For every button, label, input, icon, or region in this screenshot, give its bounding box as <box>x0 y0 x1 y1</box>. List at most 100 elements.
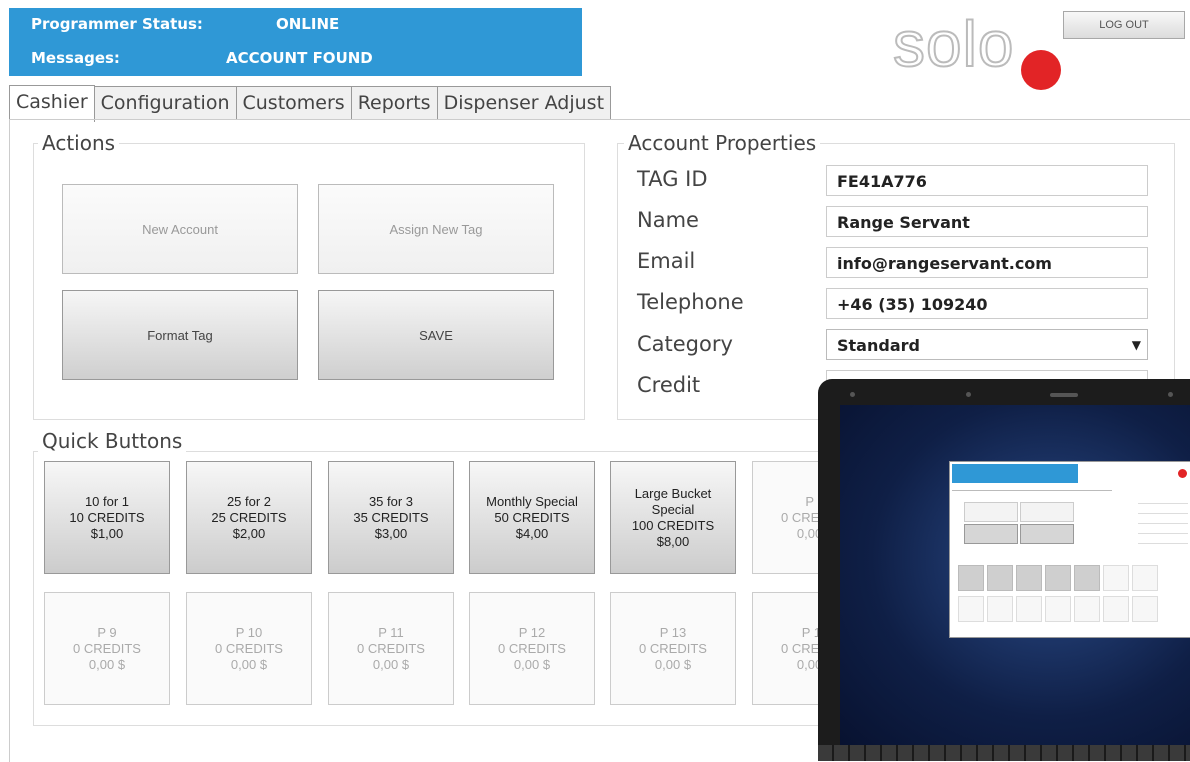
email-field[interactable]: info@rangeservant.com <box>826 247 1148 278</box>
thumbnail-quick-button <box>1074 596 1100 622</box>
account-properties-title: Account Properties <box>624 131 821 155</box>
quick-button-price: 0,00 $ <box>372 656 410 672</box>
thumbnail-quick-button <box>958 596 984 622</box>
chevron-down-icon[interactable]: ▼ <box>1132 330 1141 361</box>
quick-button-price: $3,00 <box>374 525 408 541</box>
quick-button-title: P 11 <box>378 624 404 640</box>
thumbnail-tabs <box>952 485 1112 491</box>
assign-new-tag-button[interactable]: Assign New Tag <box>318 184 554 274</box>
quick-button-13[interactable]: P 13 0 CREDITS 0,00 $ <box>610 592 736 705</box>
telephone-label: Telephone <box>637 290 744 314</box>
camera-icon <box>1050 393 1078 397</box>
thumbnail-field <box>1138 508 1188 514</box>
camera-icon <box>1168 392 1173 397</box>
programmer-status-value: ONLINE <box>276 15 340 33</box>
quick-button-price: $1,00 <box>90 525 124 541</box>
save-button[interactable]: SAVE <box>318 290 554 380</box>
quick-button-credits: 50 CREDITS <box>494 509 570 525</box>
thumbnail-button <box>1020 502 1074 522</box>
quick-button-2[interactable]: 25 for 2 25 CREDITS $2,00 <box>186 461 312 574</box>
tab-reports[interactable]: Reports <box>350 86 438 120</box>
quick-button-4[interactable]: Monthly Special 50 CREDITS $4,00 <box>469 461 595 574</box>
tab-cashier[interactable]: Cashier <box>9 85 95 122</box>
quick-button-12[interactable]: P 12 0 CREDITS 0,00 $ <box>469 592 595 705</box>
thumbnail-button <box>964 502 1018 522</box>
thumbnail-logo-dot-icon <box>1178 469 1187 478</box>
messages-value: ACCOUNT FOUND <box>226 49 373 67</box>
programmer-status-label: Programmer Status: <box>31 15 203 33</box>
quick-button-title: Monthly Special <box>486 493 578 509</box>
credit-label: Credit <box>637 373 701 397</box>
quick-button-price: $2,00 <box>232 525 266 541</box>
messages-label: Messages: <box>31 49 120 67</box>
quick-button-3[interactable]: 35 for 3 35 CREDITS $3,00 <box>328 461 454 574</box>
quick-button-title: P 12 <box>518 624 546 640</box>
quick-button-5[interactable]: Large Bucket Special 100 CREDITS $8,00 <box>610 461 736 574</box>
quick-button-credits: 100 CREDITS <box>631 517 715 533</box>
camera-icon <box>966 392 971 397</box>
quick-button-title: P 9 <box>97 624 117 640</box>
quick-button-title: P 13 <box>659 624 687 640</box>
new-account-button[interactable]: New Account <box>62 184 298 274</box>
thumbnail-button <box>1020 524 1074 544</box>
thumbnail-quick-button <box>1132 565 1158 591</box>
quick-button-credits: 0 CREDITS <box>357 640 425 656</box>
quick-button-credits: 0 CREDITS <box>639 640 707 656</box>
tag-id-label: TAG ID <box>637 167 708 191</box>
quick-button-price: $4,00 <box>515 525 549 541</box>
laptop-keyboard <box>818 745 1190 761</box>
quick-buttons-title: Quick Buttons <box>38 429 187 453</box>
category-select[interactable]: Standard ▼ <box>826 329 1148 360</box>
screen-thumbnail <box>949 461 1190 638</box>
laptop-image <box>818 379 1190 761</box>
quick-button-credits: 0 CREDITS <box>73 640 141 656</box>
quick-button-credits: 10 CREDITS <box>69 509 145 525</box>
quick-button-title: 10 for 1 <box>84 493 130 509</box>
thumbnail-quick-button <box>1045 565 1071 591</box>
telephone-field[interactable]: +46 (35) 109240 <box>826 288 1148 319</box>
logout-button[interactable]: LOG OUT <box>1063 11 1185 39</box>
quick-button-title: P 10 <box>235 624 263 640</box>
quick-button-title: Large Bucket Special <box>634 485 712 517</box>
quick-button-title: 35 for 3 <box>368 493 414 509</box>
thumbnail-quick-button <box>1103 565 1129 591</box>
quick-button-10[interactable]: P 10 0 CREDITS 0,00 $ <box>186 592 312 705</box>
thumbnail-field <box>1138 518 1188 524</box>
quick-button-credits: 0 CREDITS <box>498 640 566 656</box>
thumbnail-field <box>1138 498 1188 504</box>
thumbnail-quick-button <box>1074 565 1100 591</box>
email-label: Email <box>637 249 696 273</box>
name-label: Name <box>637 208 699 232</box>
quick-button-price: 0,00 $ <box>654 656 692 672</box>
camera-icon <box>850 392 855 397</box>
thumbnail-button <box>964 524 1018 544</box>
tab-customers[interactable]: Customers <box>235 86 352 120</box>
quick-button-price: 0,00 $ <box>230 656 268 672</box>
thumbnail-quick-button <box>1016 565 1042 591</box>
quick-button-price: $8,00 <box>656 533 690 549</box>
tag-id-field[interactable]: FE41A776 <box>826 165 1148 196</box>
quick-button-credits: 0 CREDITS <box>215 640 283 656</box>
thumbnail-field <box>1138 538 1188 544</box>
logo-dot-icon <box>1021 50 1061 90</box>
quick-button-1[interactable]: 10 for 1 10 CREDITS $1,00 <box>44 461 170 574</box>
thumbnail-field <box>1138 528 1188 534</box>
name-field[interactable]: Range Servant <box>826 206 1148 237</box>
format-tag-button[interactable]: Format Tag <box>62 290 298 380</box>
actions-title: Actions <box>38 131 120 155</box>
main-tabs: Cashier Configuration Customers Reports … <box>9 85 612 122</box>
thumbnail-quick-button <box>1132 596 1158 622</box>
quick-button-9[interactable]: P 9 0 CREDITS 0,00 $ <box>44 592 170 705</box>
category-label: Category <box>637 332 733 356</box>
thumbnail-quick-button <box>1016 596 1042 622</box>
quick-button-price: 0,00 $ <box>513 656 551 672</box>
quick-button-credits: 35 CREDITS <box>353 509 429 525</box>
thumbnail-status-bar <box>952 464 1078 483</box>
quick-button-price: 0,00 $ <box>88 656 126 672</box>
tab-configuration[interactable]: Configuration <box>93 86 237 120</box>
tab-dispenser-adjust[interactable]: Dispenser Adjust <box>436 86 612 120</box>
category-value: Standard <box>837 336 920 355</box>
quick-button-11[interactable]: P 11 0 CREDITS 0,00 $ <box>328 592 454 705</box>
thumbnail-quick-button <box>987 565 1013 591</box>
solo-logo: solo <box>892 8 1015 80</box>
